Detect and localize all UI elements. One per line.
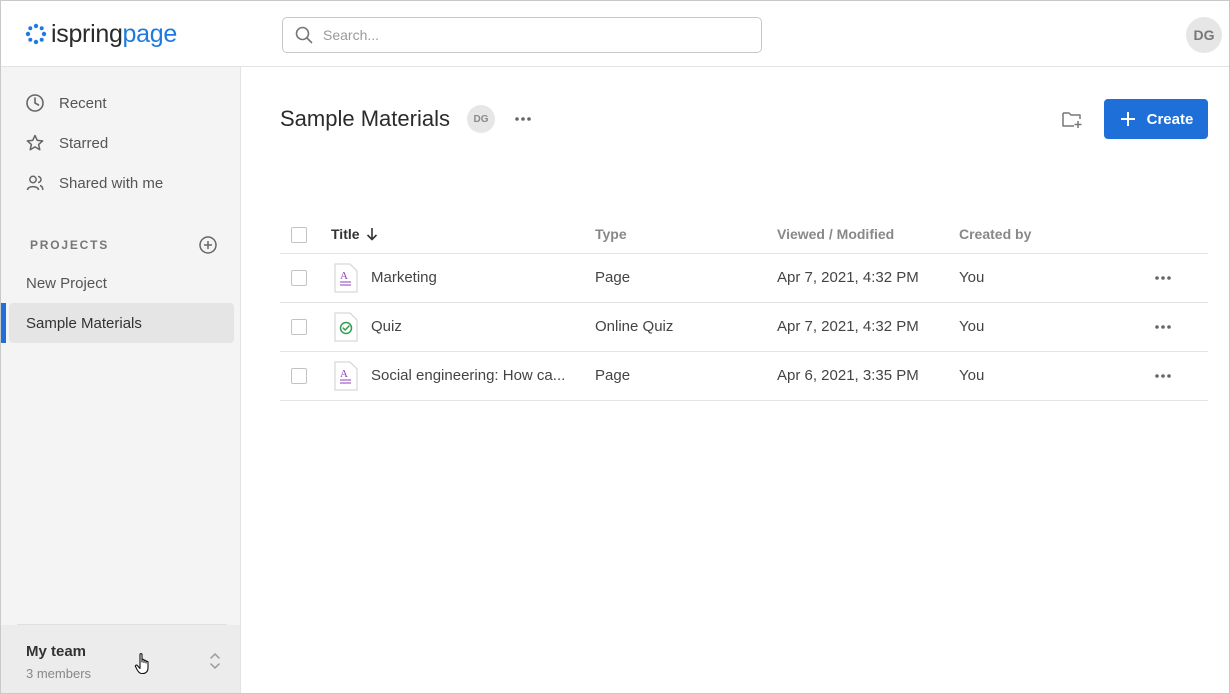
table-row[interactable]: A Social engineering: How ca... Page Apr… [280, 352, 1208, 401]
project-item-new-project[interactable]: New Project [9, 263, 234, 303]
row-more-icon[interactable] [1153, 369, 1173, 383]
file-date: Apr 6, 2021, 3:35 PM [777, 367, 919, 384]
team-switcher[interactable]: My team 3 members [1, 625, 240, 693]
files-table: Title Type Viewed / Modified Created by … [280, 214, 1208, 401]
page-file-icon: A [334, 263, 358, 293]
plus-icon [1120, 112, 1135, 126]
top-header: ispringpage DG [1, 1, 1229, 67]
more-options-icon[interactable] [512, 111, 534, 127]
file-date: Apr 7, 2021, 4:32 PM [777, 318, 919, 335]
svg-text:A: A [340, 270, 348, 282]
row-more-icon[interactable] [1153, 271, 1173, 285]
logo-text: ispringpage [51, 20, 177, 48]
project-item-label: Sample Materials [26, 314, 142, 332]
table-header: Title Type Viewed / Modified Created by [280, 214, 1208, 254]
app-window: ispringpage DG Recent Starred [0, 0, 1230, 694]
table-row[interactable]: A Marketing Page Apr 7, 2021, 4:32 PM Yo… [280, 254, 1208, 303]
project-item-sample-materials[interactable]: Sample Materials [9, 303, 234, 343]
user-avatar[interactable]: DG [1186, 17, 1222, 53]
clock-icon [26, 94, 44, 112]
file-type: Online Quiz [595, 318, 674, 335]
search-icon [295, 26, 313, 44]
sidebar-item-starred[interactable]: Starred [25, 131, 108, 155]
file-created-by: You [959, 318, 985, 335]
star-icon [26, 134, 44, 151]
add-project-icon[interactable] [198, 235, 218, 255]
file-type: Page [595, 269, 631, 286]
file-type: Page [595, 367, 631, 384]
row-checkbox[interactable] [291, 368, 307, 384]
team-name: My team [26, 643, 87, 660]
file-title[interactable]: Marketing [371, 269, 437, 286]
file-created-by: You [959, 367, 985, 384]
sidebar-item-label: Shared with me [59, 174, 164, 192]
owner-avatar[interactable]: DG [467, 105, 495, 133]
column-header-created-by[interactable]: Created by [959, 226, 1031, 242]
hand-cursor-icon [134, 653, 149, 675]
projects-heading: PROJECTS [30, 238, 110, 252]
file-title[interactable]: Quiz [371, 318, 402, 335]
create-button-label: Create [1146, 110, 1194, 128]
users-icon [26, 175, 44, 191]
team-members-count: 3 members [26, 666, 92, 681]
table-row[interactable]: Quiz Online Quiz Apr 7, 2021, 4:32 PM Yo… [280, 303, 1208, 352]
quiz-file-icon [334, 312, 358, 342]
file-title[interactable]: Social engineering: How ca... [371, 367, 565, 384]
file-date: Apr 7, 2021, 4:32 PM [777, 269, 919, 286]
svg-text:A: A [340, 368, 348, 380]
sidebar-item-label: Starred [59, 134, 109, 152]
logo-sunburst-icon [25, 23, 47, 45]
sidebar-item-recent[interactable]: Recent [25, 91, 107, 115]
sidebar-item-shared[interactable]: Shared with me [25, 171, 163, 195]
search-input[interactable] [323, 27, 743, 43]
sidebar: Recent Starred Shared with me PROJECTS N… [1, 67, 241, 693]
active-indicator [1, 303, 6, 343]
new-folder-icon[interactable] [1061, 108, 1083, 130]
page-file-icon: A [334, 361, 358, 391]
row-checkbox[interactable] [291, 270, 307, 286]
project-item-label: New Project [26, 274, 107, 292]
arrow-down-icon [366, 228, 377, 241]
page-title: Sample Materials [280, 106, 450, 131]
column-header-viewed[interactable]: Viewed / Modified [777, 226, 894, 242]
sidebar-item-label: Recent [59, 94, 107, 112]
column-header-title[interactable]: Title [331, 226, 378, 242]
select-all-checkbox[interactable] [291, 227, 307, 243]
chevron-updown-icon[interactable] [208, 650, 222, 672]
column-header-type[interactable]: Type [595, 226, 627, 242]
row-checkbox[interactable] [291, 319, 307, 335]
search-box[interactable] [282, 17, 762, 53]
file-created-by: You [959, 269, 985, 286]
row-more-icon[interactable] [1153, 320, 1173, 334]
create-button[interactable]: Create [1104, 99, 1208, 139]
app-logo[interactable]: ispringpage [25, 19, 177, 49]
